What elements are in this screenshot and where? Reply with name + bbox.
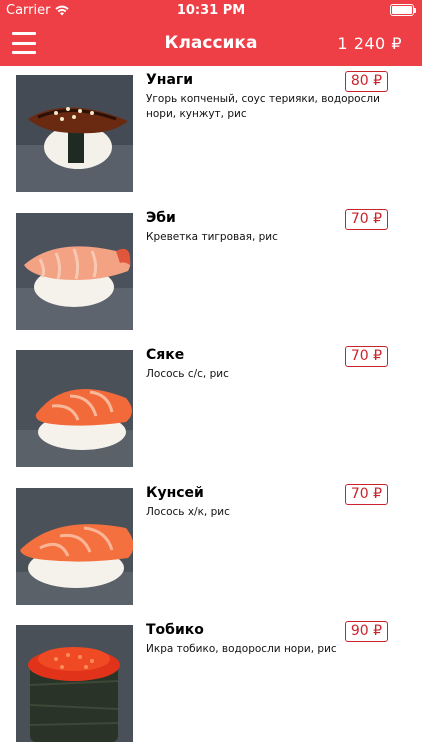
sushi-sake-image xyxy=(16,350,133,467)
item-name: Тобико xyxy=(146,622,204,638)
item-description: Лосось х/к, рис xyxy=(146,505,230,518)
status-time: 10:31 PM xyxy=(176,3,246,18)
sushi-tobiko-image xyxy=(16,625,133,742)
cart-total[interactable]: 1 240 ₽ xyxy=(337,34,402,53)
product-list: Унаги Угорь копченый, соус терияки, водо… xyxy=(0,66,422,750)
list-item[interactable]: Унаги Угорь копченый, соус терияки, водо… xyxy=(0,66,422,204)
item-name: Эби xyxy=(146,209,176,226)
item-name: Сяке xyxy=(146,347,185,363)
sushi-unagi-image xyxy=(16,75,133,192)
item-description: Креветка тигровая, рис xyxy=(146,230,278,243)
price-button[interactable]: 70 ₽ xyxy=(344,483,388,505)
sushi-kunsei-image xyxy=(16,487,133,605)
item-description: Угорь копченый, соус терияки, водоросли … xyxy=(146,93,380,120)
item-name: Кунсей xyxy=(146,484,204,501)
item-description: Икра тобико, водоросли нори, рис xyxy=(146,643,337,655)
status-bar: Carrier 10:31 PM xyxy=(0,0,422,22)
list-item[interactable]: Сяке Лосось с/с, рис 70 ₽ xyxy=(0,341,422,479)
price-button[interactable]: 70 ₽ xyxy=(344,346,388,367)
sushi-ebi-image xyxy=(16,212,133,330)
price-button[interactable]: 90 ₽ xyxy=(344,621,388,642)
item-name: Унаги xyxy=(146,72,194,88)
battery-icon xyxy=(390,4,416,16)
price-button[interactable]: 80 ₽ xyxy=(344,71,388,92)
list-item[interactable]: Тобико Икра тобико, водоросли нори, рис … xyxy=(0,616,422,750)
nav-bar: Классика 1 240 ₽ xyxy=(0,22,422,66)
list-item[interactable]: Эби Креветка тигровая, рис 70 ₽ xyxy=(0,204,422,342)
price-button[interactable]: 70 ₽ xyxy=(344,208,388,230)
list-item[interactable]: Кунсей Лосось х/к, рис 70 ₽ xyxy=(0,479,422,617)
item-description: Лосось с/с, рис xyxy=(146,368,229,380)
